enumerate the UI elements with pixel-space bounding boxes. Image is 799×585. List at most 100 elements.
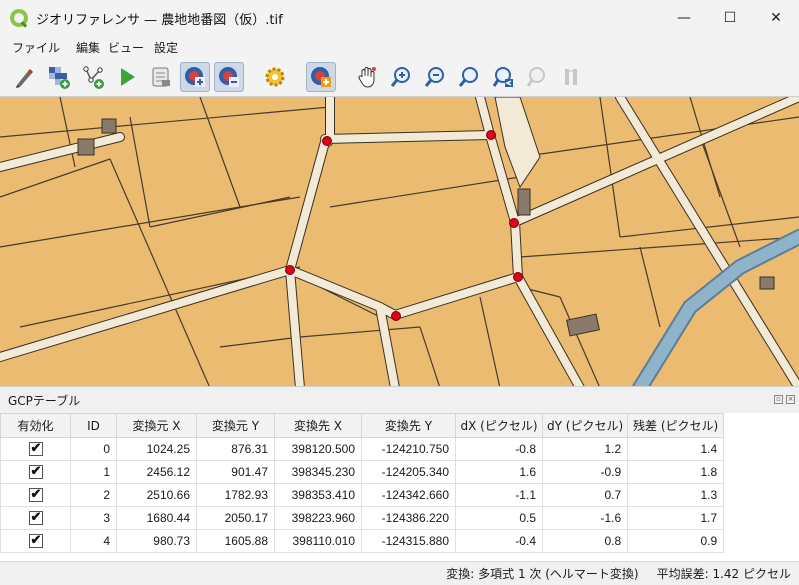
col-src-x[interactable]: 変換元 X: [116, 413, 197, 438]
zoom-next-button[interactable]: [522, 62, 552, 92]
gcp-point-0[interactable]: [322, 136, 332, 146]
gcp-point-4[interactable]: [391, 311, 401, 321]
dy-cell: 0.7: [541, 483, 629, 507]
col-id[interactable]: ID: [70, 413, 117, 438]
link-georeferencer-button[interactable]: [306, 62, 336, 92]
enabled-checkbox[interactable]: [28, 440, 43, 457]
table-row[interactable]: 1 2456.12 901.47 398345.230 -124205.340 …: [0, 460, 725, 484]
src-y-cell[interactable]: 876.31: [196, 437, 275, 461]
dst-x-cell[interactable]: 398223.960: [274, 506, 362, 530]
close-panel-icon[interactable]: ×: [786, 395, 795, 404]
gcp-table: 有効化 ID 変換元 X 変換元 Y 変換先 X 変換先 Y dX (ピクセル)…: [0, 413, 725, 553]
enabled-checkbox[interactable]: [28, 509, 43, 526]
generate-gdal-script-button[interactable]: [78, 62, 108, 92]
enabled-cell[interactable]: [0, 506, 71, 530]
gcp-point-3[interactable]: [513, 272, 523, 282]
src-x-cell[interactable]: 2456.12: [116, 460, 197, 484]
zoom-out-button[interactable]: [420, 62, 450, 92]
load-gcp-icon: [152, 67, 170, 87]
delete-point-button[interactable]: [214, 62, 244, 92]
dx-cell: -0.4: [455, 529, 543, 553]
id-cell: 3: [70, 506, 117, 530]
float-panel-icon[interactable]: ▫: [774, 395, 783, 404]
raster-map[interactable]: [0, 97, 799, 387]
load-gcp-button[interactable]: [146, 62, 176, 92]
zoom-to-layer-icon: [458, 67, 478, 87]
enabled-cell[interactable]: [0, 483, 71, 507]
dst-y-cell[interactable]: -124386.220: [361, 506, 456, 530]
minimize-button[interactable]: —: [661, 0, 707, 36]
close-button[interactable]: ✕: [753, 0, 799, 36]
src-y-cell[interactable]: 2050.17: [196, 506, 275, 530]
residual-cell: 1.4: [627, 437, 725, 461]
dst-y-cell[interactable]: -124315.880: [361, 529, 456, 553]
run-button[interactable]: [112, 62, 142, 92]
open-raster-button[interactable]: [10, 62, 40, 92]
gcp-point-5[interactable]: [285, 265, 295, 275]
map-canvas[interactable]: [0, 96, 799, 387]
col-src-y[interactable]: 変換元 Y: [196, 413, 275, 438]
add-point-button[interactable]: [180, 62, 210, 92]
gcp-point-1[interactable]: [486, 130, 496, 140]
src-x-cell[interactable]: 2510.66: [116, 483, 197, 507]
dst-x-cell[interactable]: 398120.500: [274, 437, 362, 461]
menu-file[interactable]: ファイル: [12, 39, 60, 56]
src-x-cell[interactable]: 1024.25: [116, 437, 197, 461]
gcp-panel-header: GCPテーブル ▫ ×: [0, 387, 799, 413]
dst-x-cell[interactable]: 398110.010: [274, 529, 362, 553]
col-dst-y[interactable]: 変換先 Y: [361, 413, 456, 438]
dst-y-cell[interactable]: -124205.340: [361, 460, 456, 484]
col-residual[interactable]: 残差 (ピクセル): [627, 413, 725, 438]
mean-error-status: 平均誤差: 1.42 ピクセル: [656, 567, 791, 581]
menu-settings[interactable]: 設定: [154, 39, 178, 56]
dst-x-cell[interactable]: 398353.410: [274, 483, 362, 507]
dy-cell: -0.9: [541, 460, 629, 484]
zoom-in-button[interactable]: [386, 62, 416, 92]
table-row[interactable]: 2 2510.66 1782.93 398353.410 -124342.660…: [0, 483, 725, 507]
src-x-cell[interactable]: 980.73: [116, 529, 197, 553]
generate-gdal-script-icon: [83, 66, 104, 89]
window-title: ジオリファレンサ — 農地地番図（仮）.tif: [36, 12, 283, 28]
panel-controls: ▫ ×: [774, 395, 795, 404]
enabled-checkbox[interactable]: [28, 532, 43, 549]
enabled-cell[interactable]: [0, 529, 71, 553]
enabled-checkbox[interactable]: [28, 463, 43, 480]
status-bar: 変換: 多項式 1 次 (ヘルマート変換) 平均誤差: 1.42 ピクセル: [0, 561, 799, 585]
zoom-out-icon: [424, 67, 444, 87]
toolbar: [0, 58, 799, 96]
src-x-cell[interactable]: 1680.44: [116, 506, 197, 530]
dx-cell: 0.5: [455, 506, 543, 530]
pan-icon: [358, 67, 376, 88]
dst-y-cell[interactable]: -124342.660: [361, 483, 456, 507]
col-enabled[interactable]: 有効化: [0, 413, 71, 438]
col-dy[interactable]: dY (ピクセル): [541, 413, 629, 438]
gcp-point-2[interactable]: [509, 218, 519, 228]
add-point-icon: [185, 67, 205, 87]
dst-x-cell[interactable]: 398345.230: [274, 460, 362, 484]
dy-cell: -1.6: [541, 506, 629, 530]
table-row[interactable]: 0 1024.25 876.31 398120.500 -124210.750 …: [0, 437, 725, 461]
start-georeferencing-icon: [49, 67, 70, 89]
zoom-to-layer-button[interactable]: [454, 62, 484, 92]
maximize-button[interactable]: ☐: [707, 0, 753, 36]
transformation-settings-button[interactable]: [260, 62, 290, 92]
enabled-cell[interactable]: [0, 437, 71, 461]
src-y-cell[interactable]: 901.47: [196, 460, 275, 484]
pan-button[interactable]: [352, 62, 382, 92]
histogram-stretch-button[interactable]: [556, 62, 586, 92]
menu-view[interactable]: ビュー: [108, 39, 144, 56]
col-dst-x[interactable]: 変換先 X: [274, 413, 362, 438]
table-row[interactable]: 3 1680.44 2050.17 398223.960 -124386.220…: [0, 506, 725, 530]
start-georeferencing-button[interactable]: [44, 62, 74, 92]
table-row[interactable]: 4 980.73 1605.88 398110.010 -124315.880 …: [0, 529, 725, 553]
src-y-cell[interactable]: 1605.88: [196, 529, 275, 553]
col-dx[interactable]: dX (ピクセル): [455, 413, 543, 438]
enabled-cell[interactable]: [0, 460, 71, 484]
dst-y-cell[interactable]: -124210.750: [361, 437, 456, 461]
id-cell: 0: [70, 437, 117, 461]
menu-edit[interactable]: 編集: [76, 39, 100, 56]
src-y-cell[interactable]: 1782.93: [196, 483, 275, 507]
enabled-checkbox[interactable]: [28, 486, 43, 503]
dx-cell: 1.6: [455, 460, 543, 484]
zoom-last-button[interactable]: [488, 62, 518, 92]
